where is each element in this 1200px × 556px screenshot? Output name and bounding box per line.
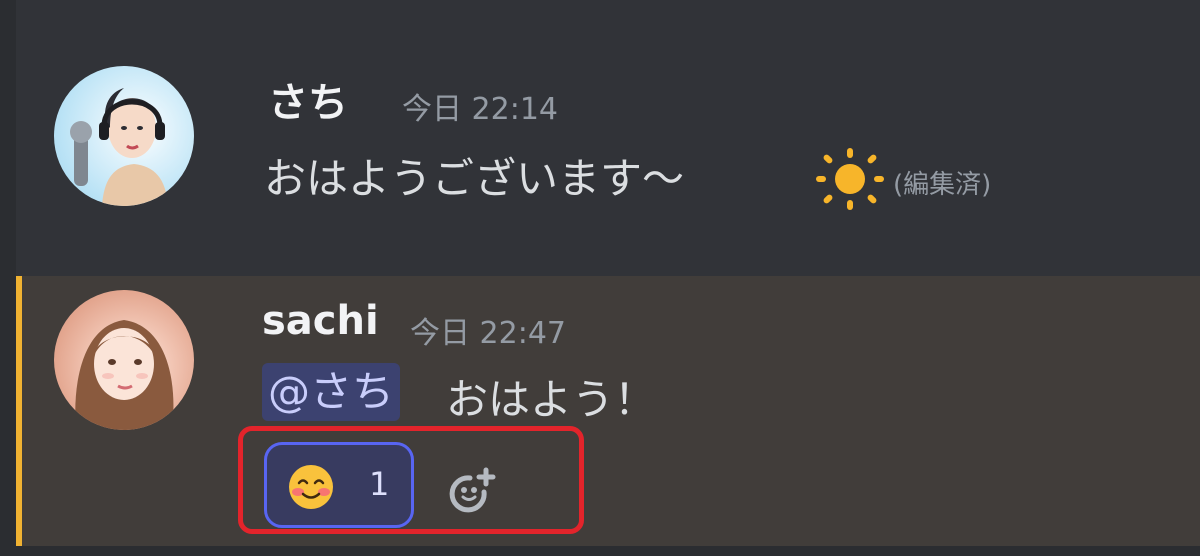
channel-left-edge — [0, 0, 16, 556]
avatar[interactable] — [54, 66, 194, 206]
channel-bottom-edge — [0, 546, 1200, 556]
message-timestamp: 今日 22:47 — [410, 316, 566, 351]
message-username[interactable]: sachi — [262, 298, 379, 344]
avatar[interactable] — [54, 290, 194, 430]
sun-emoji-icon — [816, 148, 884, 210]
annotation-highlight-box — [238, 426, 584, 534]
message-timestamp: 今日 22:14 — [402, 92, 558, 127]
message-username[interactable]: さち — [268, 70, 348, 128]
message-text: おはよう！ — [446, 375, 657, 424]
avatar-illustration-icon — [70, 88, 168, 206]
mention-highlight-bar — [16, 276, 22, 546]
user-mention[interactable]: @さち — [262, 363, 401, 421]
avatar-illustration-icon — [75, 320, 174, 430]
message-text: おはようございます〜 — [264, 154, 685, 203]
edited-label: (編集済) — [893, 170, 992, 200]
